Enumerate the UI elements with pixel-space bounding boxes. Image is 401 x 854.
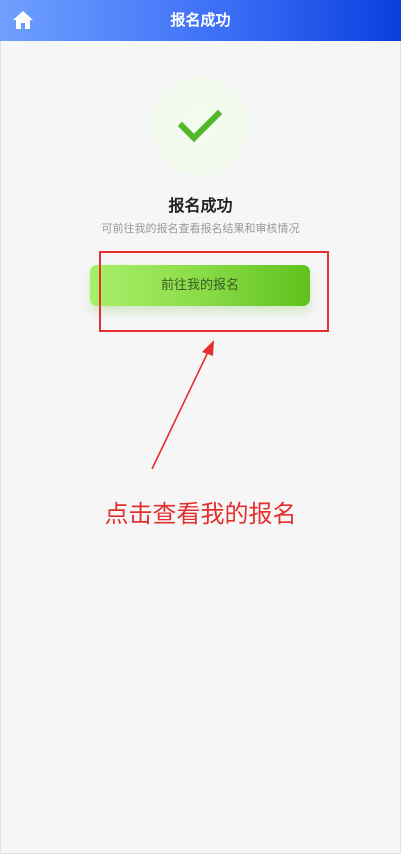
success-subtitle: 可前往我的报名查看报名结果和审核情况	[101, 222, 300, 235]
nav-title: 报名成功	[170, 11, 231, 29]
check-icon	[178, 109, 222, 143]
success-badge	[150, 76, 250, 176]
annotation-highlight-box	[99, 251, 329, 332]
nav-bar: 报名成功	[0, 0, 401, 41]
annotation-text: 点击查看我的报名	[104, 500, 297, 528]
success-title: 报名成功	[168, 196, 233, 215]
